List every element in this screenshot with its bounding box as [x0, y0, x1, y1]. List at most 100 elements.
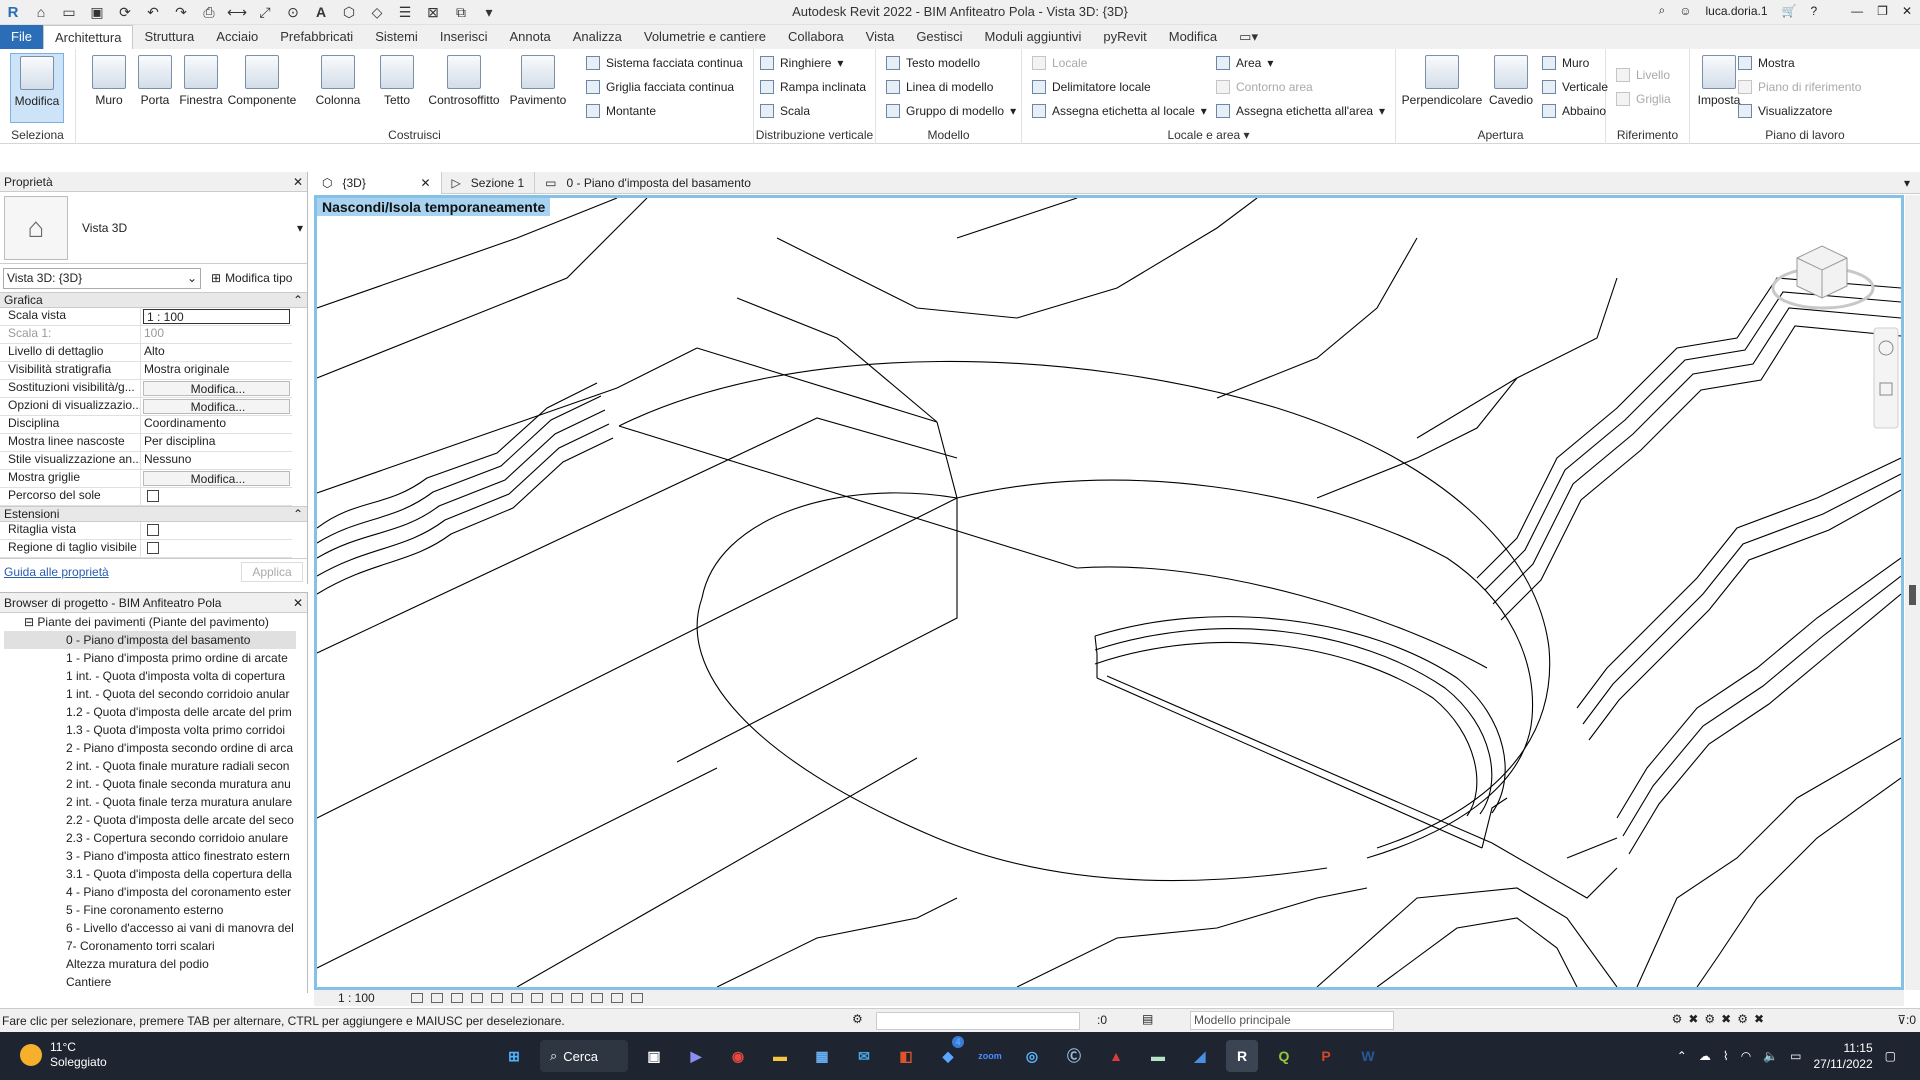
tag-icon[interactable]: ⊙	[284, 3, 302, 21]
tree-item[interactable]: 2 int. - Quota finale terza muratura anu…	[4, 793, 296, 811]
app-red-icon[interactable]: ▲	[1100, 1040, 1132, 1072]
tree-item[interactable]: 4 - Piano d'imposta del coronamento este…	[4, 883, 296, 901]
task-view-icon[interactable]: ▣	[638, 1040, 670, 1072]
user-name[interactable]: luca.doria.1	[1705, 4, 1767, 18]
model-group-button[interactable]: Gruppo di modello ▾	[886, 101, 1016, 121]
close-hidden-icon[interactable]: ⊠	[424, 3, 442, 21]
tab-vista[interactable]: Vista	[855, 25, 906, 49]
tree-item[interactable]: 2 - Piano d'imposta secondo ordine di ar…	[4, 739, 296, 757]
model-line-button[interactable]: Linea di modello	[886, 77, 993, 97]
chrome-icon[interactable]: ◉	[722, 1040, 754, 1072]
tab-moduli[interactable]: Moduli aggiuntivi	[974, 25, 1093, 49]
design-option-dropdown[interactable]: Modello principale	[1190, 1011, 1394, 1030]
railing-button[interactable]: Ringhiere ▾	[760, 53, 843, 73]
view-tab-plan[interactable]: ▭ 0 - Piano d'imposta del basamento	[535, 172, 761, 194]
notifications-icon[interactable]: ▢	[1885, 1049, 1896, 1063]
ref-plane-button[interactable]: Piano di riferimento	[1738, 77, 1861, 97]
type-dropdown-icon[interactable]: ▾	[297, 221, 303, 235]
tree-item[interactable]: 2 int. - Quota finale murature radiali s…	[4, 757, 296, 775]
roof-button[interactable]: Tetto	[370, 53, 424, 123]
instance-filter-select[interactable]: Vista 3D: {3D} ⌄	[3, 267, 201, 289]
wall-opening-button[interactable]: Muro	[1542, 53, 1589, 73]
tree-item[interactable]: 3 - Piano d'imposta attico finestrato es…	[4, 847, 296, 865]
vertical-opening-button[interactable]: Verticale	[1542, 77, 1608, 97]
teams-icon[interactable]: ▶	[680, 1040, 712, 1072]
window-button[interactable]: Finestra	[174, 53, 228, 123]
weather-widget[interactable]: 11°C Soleggiato	[20, 1040, 107, 1070]
print-icon[interactable]: ⎙	[200, 3, 218, 21]
tab-sistemi[interactable]: Sistemi	[364, 25, 429, 49]
tree-item[interactable]: Cantiere	[4, 973, 296, 991]
drawing-area[interactable]: Nascondi/Isola temporaneamente	[314, 195, 1904, 990]
app-green-icon[interactable]: ▬	[1142, 1040, 1174, 1072]
revit-taskbar-icon[interactable]: R	[1226, 1040, 1258, 1072]
tab-gestisci[interactable]: Gestisci	[905, 25, 973, 49]
tree-item[interactable]: 1.2 - Quota d'imposta delle arcate del p…	[4, 703, 296, 721]
tab-modifica[interactable]: Modifica	[1158, 25, 1228, 49]
scroll-thumb[interactable]	[1909, 585, 1916, 605]
vg-overrides-button[interactable]: Modifica...	[143, 381, 290, 396]
app-c-icon[interactable]: Ⓒ	[1058, 1040, 1090, 1072]
reveal-hidden-icon[interactable]	[590, 993, 603, 1003]
stair-button[interactable]: Scala	[760, 101, 810, 121]
viewer-button[interactable]: Visualizzatore	[1738, 101, 1832, 121]
customize-qat-icon[interactable]: ▾	[480, 3, 498, 21]
app-blue-icon[interactable]: ◢	[1184, 1040, 1216, 1072]
model-text-button[interactable]: Testo modello	[886, 53, 980, 73]
properties-close-icon[interactable]: ✕	[293, 175, 303, 189]
category-graphics[interactable]: Grafica ⌃	[0, 292, 307, 308]
sync-icon[interactable]: ⟳	[116, 3, 134, 21]
mullion-button[interactable]: Montante	[586, 101, 656, 121]
redo-icon[interactable]: ↷	[172, 3, 190, 21]
switch-windows-icon[interactable]: ⧉	[452, 3, 470, 21]
curtain-system-button[interactable]: Sistema facciata continua	[586, 53, 743, 73]
start-icon[interactable]: ⊞	[498, 1040, 530, 1072]
tree-item[interactable]: 1 - Piano d'imposta primo ordine di arca…	[4, 649, 296, 667]
collapse-tree-icon[interactable]: ⊟	[24, 615, 34, 629]
detail-level-field[interactable]: Alto	[141, 344, 292, 361]
floor-button[interactable]: Pavimento	[508, 53, 568, 123]
tree-item[interactable]: 1 int. - Quota del secondo corridoio anu…	[4, 685, 296, 703]
parts-visibility-field[interactable]: Mostra originale	[141, 362, 292, 379]
panel-room-area-label[interactable]: Locale e area ▾	[1022, 128, 1395, 142]
room-separator-button[interactable]: Delimitatore locale	[1032, 77, 1151, 97]
tree-item[interactable]: 3.1 - Quota d'imposta della copertura de…	[4, 865, 296, 883]
analysis-style-field[interactable]: Nessuno	[141, 452, 292, 469]
tree-item[interactable]: 2.3 - Copertura secondo corridoio anular…	[4, 829, 296, 847]
help-icon[interactable]: ?	[1810, 4, 1817, 18]
render-icon[interactable]	[490, 993, 503, 1003]
crop-region-checkbox[interactable]	[147, 542, 159, 554]
cloud-icon[interactable]: ☁	[1699, 1049, 1711, 1063]
detail-level-icon[interactable]	[410, 993, 423, 1003]
powerpoint-icon[interactable]: P	[1310, 1040, 1342, 1072]
crop-view-checkbox[interactable]	[147, 524, 159, 536]
shadows-icon[interactable]	[470, 993, 483, 1003]
visual-style-icon[interactable]	[430, 993, 443, 1003]
lock-view-icon[interactable]	[550, 993, 563, 1003]
dimension-icon[interactable]: ⤢	[256, 3, 274, 21]
view-tab-3d[interactable]: ⬡ {3D} ✕	[312, 172, 442, 194]
discipline-field[interactable]: Coordinamento	[141, 416, 292, 433]
sun-path-icon[interactable]	[450, 993, 463, 1003]
model-3d-view[interactable]	[317, 198, 1901, 987]
minimize-icon[interactable]: —	[1851, 4, 1863, 18]
vertical-scrollbar[interactable]	[1905, 195, 1920, 990]
binoculars-icon[interactable]: ⌕	[1658, 3, 1665, 18]
battery-icon[interactable]: ▭	[1790, 1049, 1801, 1063]
tab-analizza[interactable]: Analizza	[562, 25, 633, 49]
section-icon[interactable]: ◇	[368, 3, 386, 21]
worksets-icon[interactable]: ⚙	[852, 1012, 863, 1026]
office-icon[interactable]: ◧	[890, 1040, 922, 1072]
ceiling-button[interactable]: Controsoffitto	[422, 53, 506, 123]
tree-item[interactable]: 7- Coronamento torri scalari	[4, 937, 296, 955]
tab-volumetrie[interactable]: Volumetrie e cantiere	[633, 25, 777, 49]
clock[interactable]: 11:15 27/11/2022	[1813, 1040, 1872, 1072]
open-icon[interactable]: ▭	[60, 3, 78, 21]
tree-item[interactable]: 5 - Fine coronamento esterno	[4, 901, 296, 919]
workset-dropdown[interactable]	[876, 1012, 1080, 1030]
measure-icon[interactable]: ⟷	[227, 3, 247, 21]
tab-file[interactable]: File	[0, 25, 43, 49]
user-icon[interactable]: ☺	[1679, 4, 1691, 18]
component-button[interactable]: Componente	[222, 53, 302, 123]
home-icon[interactable]: ⌂	[32, 3, 50, 21]
